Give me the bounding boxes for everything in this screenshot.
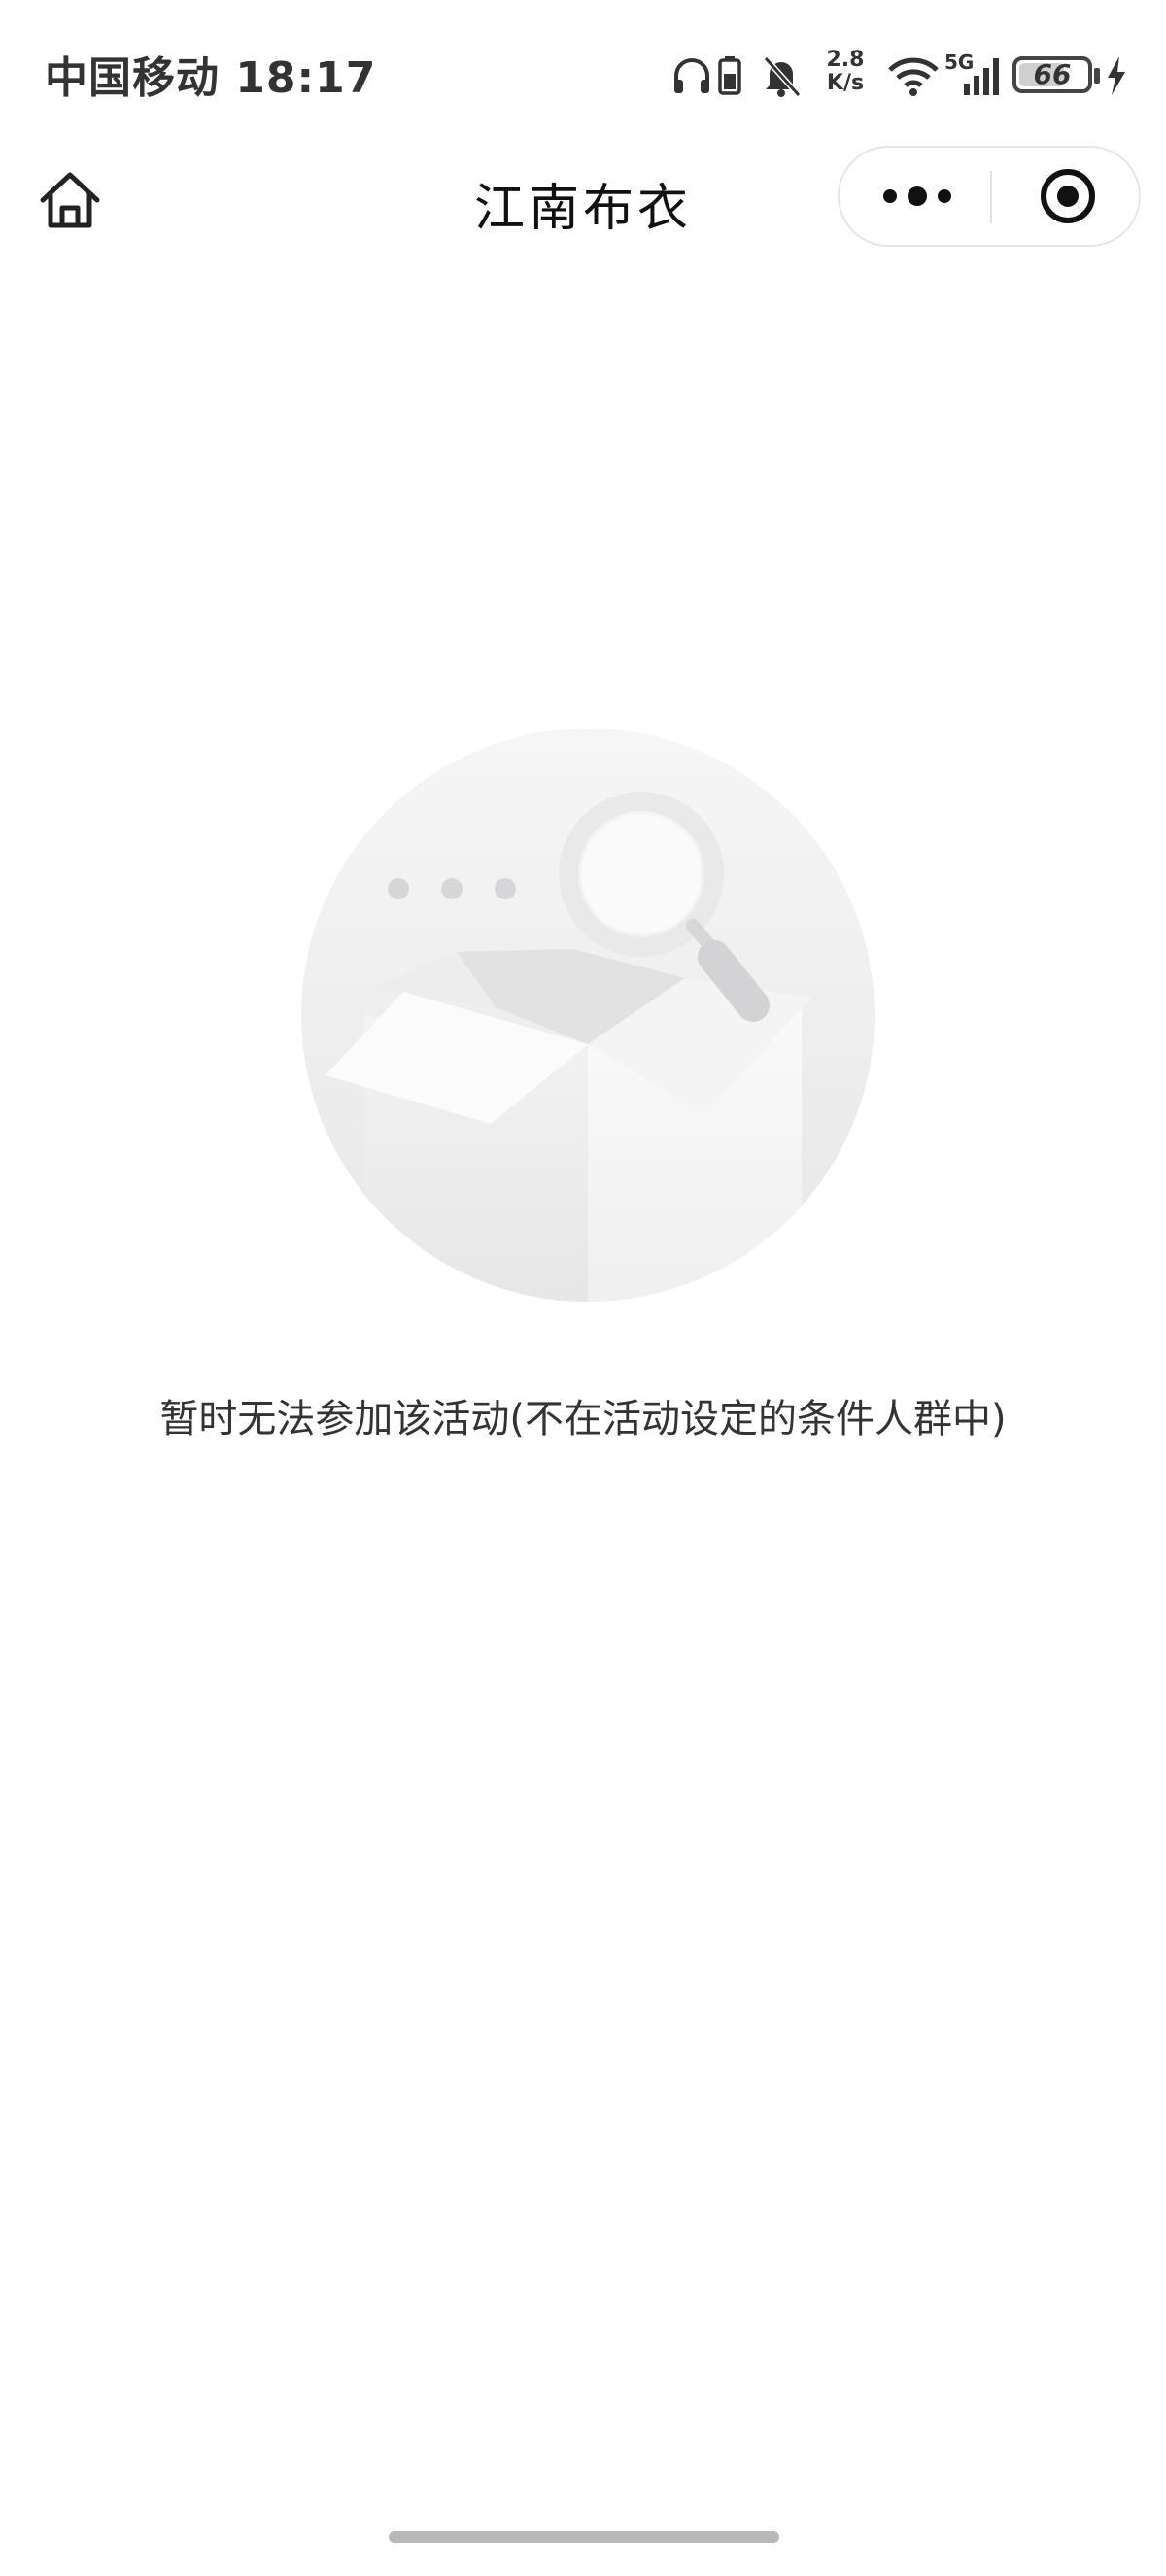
status-bar: 中国移动 18:17 2.8 K/s 5G 66: [0, 0, 1166, 146]
battery-tip-icon: [1094, 68, 1100, 84]
empty-state-illustration: [296, 724, 879, 1306]
mini-program-page: 中国移动 18:17 2.8 K/s 5G 66 江南布衣 暂时无法参加该活动(…: [0, 0, 1166, 2576]
net-speed: 2.8 K/s: [816, 49, 874, 95]
battery-level: 66: [1033, 58, 1072, 90]
net-speed-value: 2.8: [826, 48, 865, 72]
close-button[interactable]: [992, 148, 1141, 245]
headphones-icon: [674, 58, 709, 93]
capsule-menu: [838, 146, 1141, 247]
net-speed-unit: K/s: [826, 71, 865, 95]
signal-icon: [964, 58, 999, 95]
empty-state-message: 暂时无法参加该活动(不在活动设定的条件人群中): [159, 1397, 1007, 1441]
more-dots-icon: [883, 186, 951, 206]
more-button[interactable]: [840, 148, 990, 245]
wifi-icon: [888, 57, 939, 96]
carrier-time: 中国移动 18:17: [45, 53, 377, 103]
target-close-icon: [1041, 169, 1095, 223]
home-indicator-bar[interactable]: [389, 2531, 779, 2543]
battery-indicator: 66: [1012, 56, 1092, 93]
charging-icon: [1108, 56, 1125, 95]
status-icons: 2.8 K/s 5G 66: [670, 49, 1127, 103]
empty-box-search-icon: [301, 729, 874, 1302]
battery-small-icon: [718, 56, 741, 95]
bell-muted-icon: [763, 55, 802, 97]
nav-bar: 江南布衣: [0, 146, 1166, 253]
